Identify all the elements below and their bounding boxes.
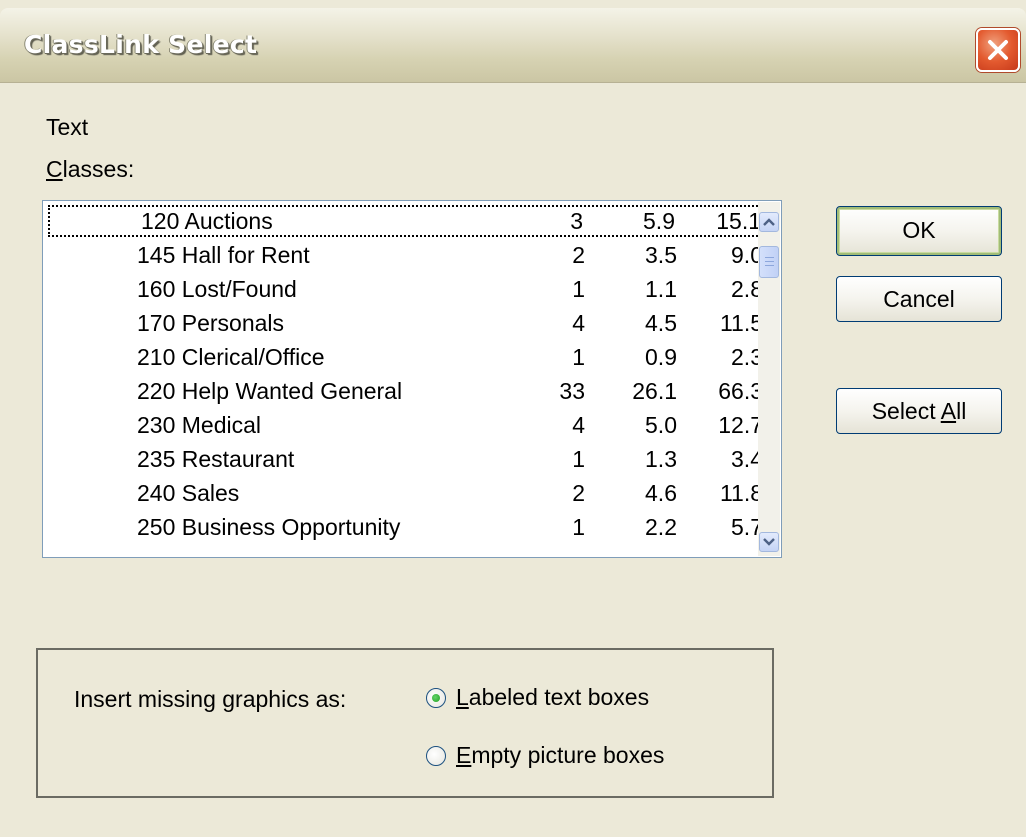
class-name: 210 Clerical/Office: [137, 344, 325, 370]
scroll-thumb[interactable]: [759, 246, 779, 278]
class-value-1: 2.2: [645, 514, 677, 540]
list-item[interactable]: 230 Medical 4 5.0 12.7: [43, 408, 765, 442]
class-name: 145 Hall for Rent: [137, 242, 310, 268]
class-count: 2: [572, 242, 585, 268]
text-label: Text: [46, 114, 89, 140]
class-value-1: 4.5: [645, 310, 677, 336]
title-bar[interactable]: ClassLink Select: [0, 8, 1026, 83]
class-value-1: 5.0: [645, 412, 677, 438]
ok-button[interactable]: OK: [836, 206, 1002, 256]
list-item[interactable]: 145 Hall for Rent 2 3.5 9.0: [43, 238, 765, 272]
radio-labeled-text-boxes[interactable]: Labeled text boxes: [426, 684, 726, 716]
vertical-scrollbar[interactable]: [758, 202, 780, 556]
class-value-2: 12.7: [718, 412, 763, 438]
thumb-grip-line: [765, 265, 774, 266]
thumb-grip-line: [765, 257, 774, 258]
missing-graphics-group: Insert missing graphics as: Labeled text…: [36, 648, 774, 798]
list-item[interactable]: 120 Auctions 3 5.9 15.1: [47, 204, 763, 238]
radio-label-rest: mpty picture boxes: [471, 742, 665, 768]
class-count: 3: [570, 208, 583, 234]
classes-label-accesskey: C: [46, 156, 63, 182]
select-all-prefix: Select: [871, 398, 941, 424]
class-name: 235 Restaurant: [137, 446, 295, 472]
list-item[interactable]: 250 Business Opportunity 1 2.2 5.7: [43, 510, 765, 544]
class-value-1: 4.6: [645, 480, 677, 506]
select-all-suffix: ll: [956, 398, 967, 424]
class-value-1: 0.9: [645, 344, 677, 370]
thumb-grip-line: [765, 261, 774, 262]
classes-listbox[interactable]: 120 Auctions 3 5.9 15.1 145 Hall for Ren…: [42, 200, 782, 558]
class-name: 240 Sales: [137, 480, 240, 506]
chevron-down-icon: [763, 538, 775, 546]
class-value-1: 5.9: [643, 208, 675, 234]
close-button[interactable]: [976, 28, 1020, 72]
class-count: 2: [572, 480, 585, 506]
class-name: 230 Medical: [137, 412, 262, 438]
class-count: 1: [572, 276, 585, 302]
close-icon: [988, 40, 1008, 60]
select-all-button[interactable]: Select All: [836, 388, 1002, 434]
window-title: ClassLink Select: [24, 30, 258, 59]
class-name: 220 Help Wanted General: [137, 378, 403, 404]
radio-empty-picture-boxes[interactable]: Empty picture boxes: [426, 742, 726, 774]
list-item[interactable]: 220 Help Wanted General 33 26.1 66.3: [43, 374, 765, 408]
chevron-up-icon: [763, 218, 775, 226]
class-count: 4: [572, 310, 585, 336]
radio-label: Labeled text boxes: [456, 684, 649, 711]
radio-accesskey: E: [456, 742, 472, 768]
radio-button-circle[interactable]: [426, 746, 446, 766]
class-value-1: 1.3: [645, 446, 677, 472]
class-count: 1: [572, 344, 585, 370]
class-value-2: 11.5: [719, 310, 763, 336]
classes-list: 120 Auctions 3 5.9 15.1 145 Hall for Ren…: [43, 204, 765, 544]
dialog-window: ClassLink Select Text Classes: 120 Aucti…: [0, 0, 1026, 837]
list-item[interactable]: 235 Restaurant 1 1.3 3.4: [43, 442, 765, 476]
classes-label-rest: lasses:: [62, 156, 135, 182]
class-value-2: 66.3: [718, 378, 763, 404]
class-name: 160 Lost/Found: [137, 276, 297, 302]
list-item[interactable]: 170 Personals 4 4.5 11.5: [43, 306, 765, 340]
class-name: 170 Personals: [137, 310, 285, 336]
class-value-1: 1.1: [645, 276, 677, 302]
class-count: 4: [572, 412, 585, 438]
class-name: 250 Business Opportunity: [137, 514, 401, 540]
radio-label-rest: abeled text boxes: [468, 684, 650, 710]
scroll-down-button[interactable]: [759, 532, 779, 552]
missing-graphics-label: Insert missing graphics as:: [74, 686, 347, 712]
class-name: 120 Auctions: [141, 208, 273, 234]
class-value-2: 15.1: [716, 208, 761, 234]
class-value-1: 3.5: [645, 242, 677, 268]
scroll-up-button[interactable]: [759, 212, 779, 232]
list-item[interactable]: 210 Clerical/Office 1 0.9 2.3: [43, 340, 765, 374]
radio-accesskey: L: [456, 684, 469, 710]
class-value-2: 11.8: [719, 480, 763, 506]
class-count: 33: [559, 378, 585, 404]
class-value-1: 26.1: [632, 378, 677, 404]
radio-button-circle[interactable]: [426, 688, 446, 708]
cancel-button[interactable]: Cancel: [836, 276, 1002, 322]
list-item[interactable]: 240 Sales 2 4.6 11.8: [43, 476, 765, 510]
class-count: 1: [572, 446, 585, 472]
classes-label: Classes:: [46, 156, 134, 183]
list-item[interactable]: 160 Lost/Found 1 1.1 2.8: [43, 272, 765, 306]
radio-selected-dot: [432, 694, 440, 702]
class-count: 1: [572, 514, 585, 540]
radio-label: Empty picture boxes: [456, 742, 664, 769]
select-all-accesskey: A: [940, 398, 957, 424]
